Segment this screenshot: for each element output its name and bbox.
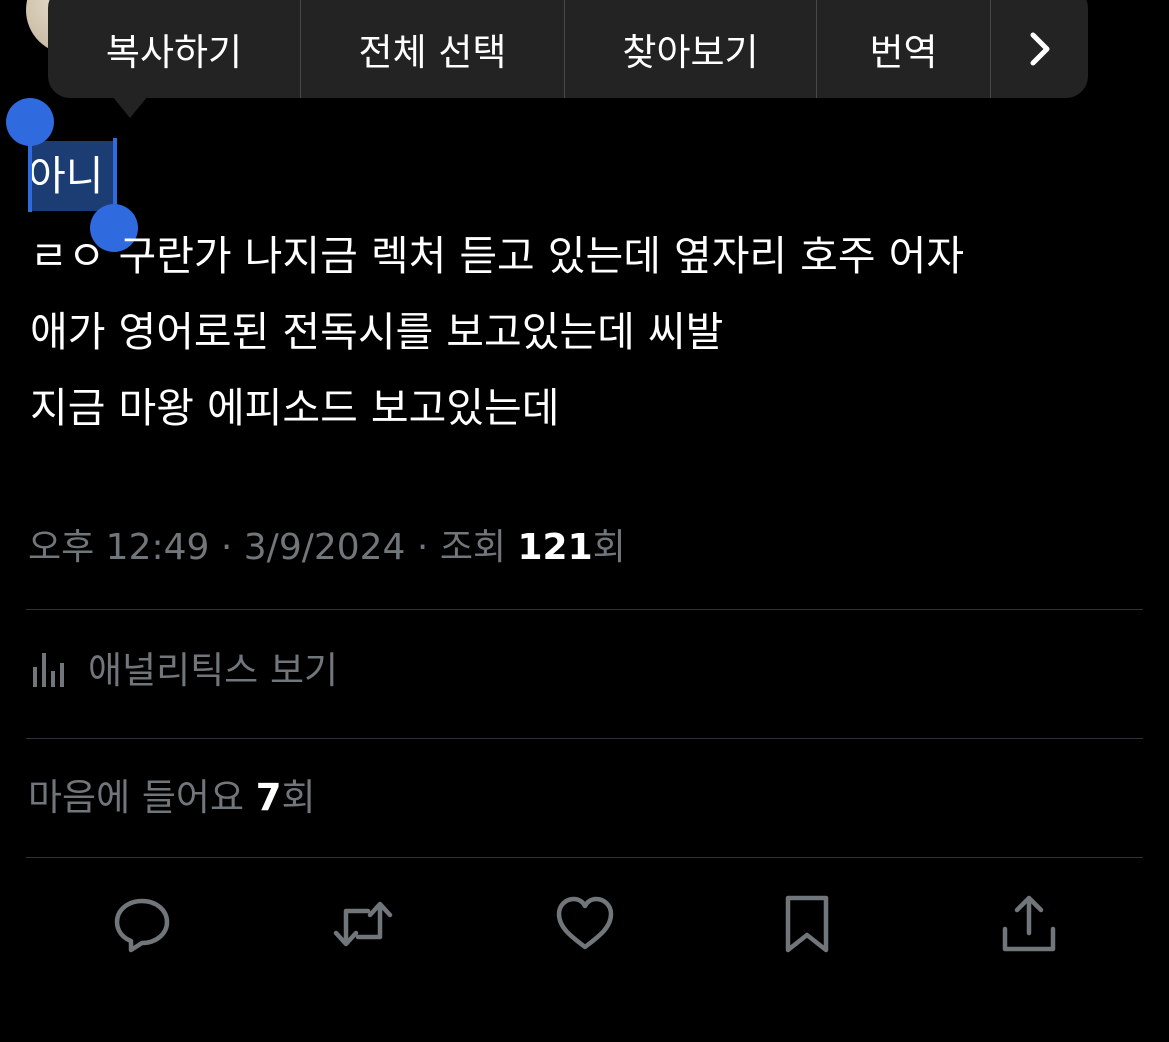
view-analytics-link[interactable]: 애널리틱스 보기 [30, 640, 338, 694]
selected-text[interactable]: 아니 [28, 141, 116, 211]
post-date: 3/9/2024 [243, 527, 406, 568]
divider [26, 609, 1143, 610]
meta-separator: · [209, 527, 244, 568]
selection-start-handle[interactable] [6, 98, 54, 146]
like-icon [556, 896, 614, 950]
like-button[interactable] [551, 890, 619, 958]
views-count: 121 [517, 527, 593, 568]
post-time: 오후 12:49 [28, 527, 210, 568]
retweet-button[interactable] [329, 890, 397, 958]
bookmark-icon [785, 895, 829, 953]
views-prefix: 조회 [439, 527, 518, 568]
selection-start-caret [28, 138, 32, 212]
copy-menu-item[interactable]: 복사하기 [48, 0, 301, 98]
analytics-bars-icon [33, 653, 64, 687]
meta-separator: · [405, 527, 440, 568]
post-text-line: ㄹㅇ 구란가 나지금 렉처 듣고 있는데 옆자리 호주 어자 [30, 232, 965, 280]
divider [26, 738, 1143, 739]
reply-icon [114, 898, 170, 953]
look-up-menu-item[interactable]: 찾아보기 [565, 0, 817, 98]
retweet-icon [333, 901, 393, 947]
likes-count: 7 [255, 776, 282, 819]
post-text-line: 지금 마왕 에피소드 보고있는데 [30, 384, 560, 432]
likes-count-link[interactable]: 마음에 들어요 7회 [28, 772, 316, 824]
more-menu-button[interactable] [991, 0, 1088, 98]
reply-button[interactable] [108, 890, 176, 958]
analytics-label: 애널리틱스 보기 [88, 649, 339, 692]
select-all-label: 전체 선택 [358, 31, 507, 74]
likes-prefix: 마음에 들어요 [28, 776, 256, 819]
look-up-label: 찾아보기 [622, 31, 759, 74]
post-text-line: 애가 영어로된 전독시를 보고있는데 씨발 [30, 308, 724, 356]
share-icon [1002, 895, 1056, 952]
share-button[interactable] [995, 890, 1063, 958]
translate-menu-item[interactable]: 번역 [817, 0, 991, 98]
bookmark-button[interactable] [773, 890, 841, 958]
views-suffix: 회 [592, 527, 626, 568]
chevron-right-icon [1030, 32, 1049, 66]
copy-label: 복사하기 [105, 31, 243, 74]
select-all-menu-item[interactable]: 전체 선택 [301, 0, 565, 98]
text-edit-menu: 복사하기 전체 선택 찾아보기 번역 [48, 0, 1088, 98]
post-meta: 오후 12:49 · 3/9/2024 · 조회 121회 [28, 522, 626, 574]
translate-label: 번역 [869, 31, 938, 74]
menu-pointer [112, 96, 148, 118]
likes-suffix: 회 [281, 776, 316, 819]
divider [26, 857, 1143, 858]
